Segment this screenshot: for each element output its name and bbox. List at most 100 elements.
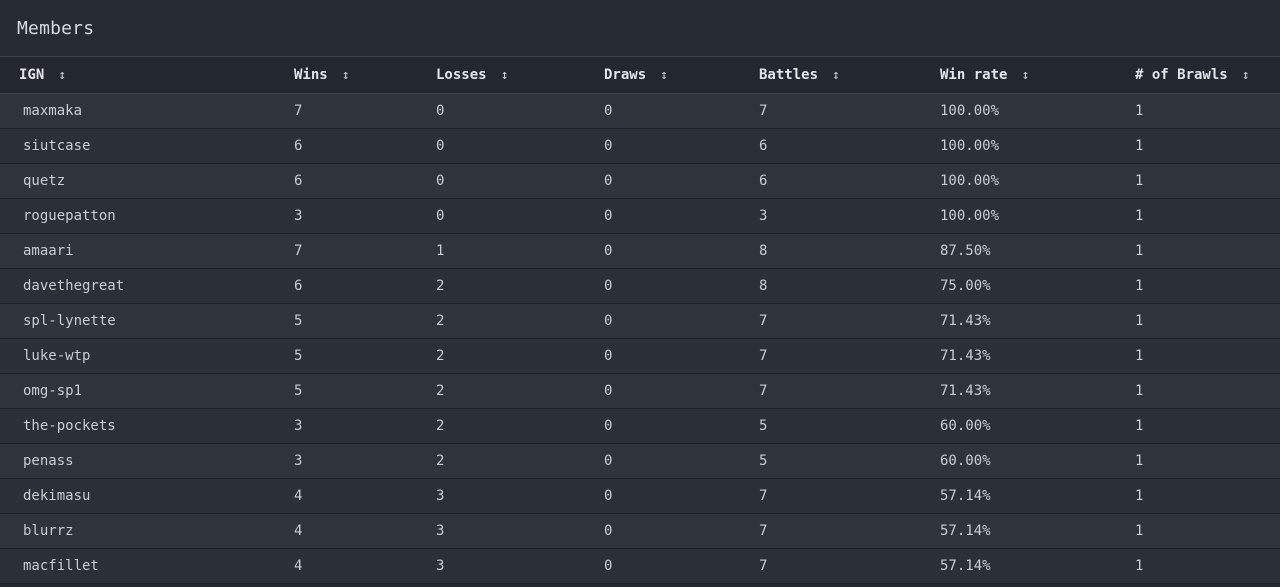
column-header-brawls[interactable]: # of Brawls ↕ bbox=[1135, 57, 1280, 93]
table-row[interactable]: siutcase 6 0 0 6 100.00% 1 bbox=[0, 128, 1280, 163]
win-rate-cell: 75.00% bbox=[940, 277, 991, 294]
column-header-draws[interactable]: Draws ↕ bbox=[604, 57, 759, 93]
battles-cell: 3 bbox=[759, 207, 768, 224]
losses-cell: 3 bbox=[436, 557, 445, 574]
sort-icon[interactable]: ↕ bbox=[501, 68, 509, 83]
battles-cell: 7 bbox=[759, 557, 768, 574]
brawls-cell: 1 bbox=[1135, 557, 1144, 574]
draws-cell: 0 bbox=[604, 172, 613, 189]
losses-cell: 0 bbox=[436, 172, 445, 189]
win-rate-cell: 57.14% bbox=[940, 522, 991, 539]
battles-cell: 6 bbox=[759, 137, 768, 154]
brawls-cell: 1 bbox=[1135, 277, 1144, 294]
brawls-cell: 1 bbox=[1135, 417, 1144, 434]
table-row[interactable]: quetz 6 0 0 6 100.00% 1 bbox=[0, 163, 1280, 198]
losses-cell: 2 bbox=[436, 347, 445, 364]
table-row[interactable]: amaari 7 1 0 8 87.50% 1 bbox=[0, 233, 1280, 268]
sort-icon[interactable]: ↕ bbox=[660, 68, 668, 83]
ign-cell: amaari bbox=[23, 242, 74, 259]
wins-cell: 3 bbox=[294, 417, 303, 434]
column-header-battles[interactable]: Battles ↕ bbox=[759, 57, 940, 93]
table-row[interactable]: davethegreat 6 2 0 8 75.00% 1 bbox=[0, 268, 1280, 303]
ign-cell: luke-wtp bbox=[23, 347, 91, 364]
table-row[interactable]: dekimasu 4 3 0 7 57.14% 1 bbox=[0, 478, 1280, 513]
column-header-label: Losses bbox=[436, 66, 487, 83]
ign-cell: dekimasu bbox=[23, 487, 91, 504]
table-row[interactable]: blurrz 4 3 0 7 57.14% 1 bbox=[0, 513, 1280, 548]
sort-icon[interactable]: ↕ bbox=[832, 68, 840, 83]
sort-icon[interactable]: ↕ bbox=[58, 68, 66, 83]
wins-cell: 4 bbox=[294, 522, 303, 539]
draws-cell: 0 bbox=[604, 277, 613, 294]
table-row[interactable]: roguepatton 3 0 0 3 100.00% 1 bbox=[0, 198, 1280, 233]
column-header-label: Win rate bbox=[940, 66, 1008, 83]
battles-cell: 7 bbox=[759, 347, 768, 364]
brawls-cell: 1 bbox=[1135, 522, 1144, 539]
draws-cell: 0 bbox=[604, 102, 613, 119]
losses-cell: 2 bbox=[436, 382, 445, 399]
losses-cell: 0 bbox=[436, 137, 445, 154]
win-rate-cell: 71.43% bbox=[940, 312, 991, 329]
losses-cell: 1 bbox=[436, 242, 445, 259]
ign-cell: roguepatton bbox=[23, 207, 116, 224]
wins-cell: 5 bbox=[294, 347, 303, 364]
brawls-cell: 1 bbox=[1135, 172, 1144, 189]
ign-cell: blurrz bbox=[23, 522, 74, 539]
sort-icon[interactable]: ↕ bbox=[1242, 68, 1250, 83]
wins-cell: 6 bbox=[294, 277, 303, 294]
wins-cell: 4 bbox=[294, 557, 303, 574]
column-header-win-rate[interactable]: Win rate ↕ bbox=[940, 57, 1135, 93]
losses-cell: 2 bbox=[436, 277, 445, 294]
losses-cell: 2 bbox=[436, 452, 445, 469]
battles-cell: 7 bbox=[759, 382, 768, 399]
table-row[interactable]: maxmaka 7 0 0 7 100.00% 1 bbox=[0, 93, 1280, 128]
win-rate-cell: 57.14% bbox=[940, 557, 991, 574]
wins-cell: 4 bbox=[294, 487, 303, 504]
wins-cell: 7 bbox=[294, 102, 303, 119]
brawls-cell: 1 bbox=[1135, 242, 1144, 259]
column-header-wins[interactable]: Wins ↕ bbox=[294, 57, 436, 93]
brawls-cell: 1 bbox=[1135, 382, 1144, 399]
brawls-cell: 1 bbox=[1135, 312, 1144, 329]
column-header-label: Wins bbox=[294, 66, 328, 83]
members-table: IGN ↕ Wins ↕ Losses ↕ Draws ↕ Battles ↕ Win r… bbox=[0, 57, 1280, 584]
header-row: IGN ↕ Wins ↕ Losses ↕ Draws ↕ Battles ↕ Win r… bbox=[0, 57, 1280, 93]
table-body: maxmaka 7 0 0 7 100.00% 1 siutcase 6 0 0 6 100.00% 1 q… bbox=[0, 93, 1280, 583]
table-row[interactable]: macfillet 4 3 0 7 57.14% 1 bbox=[0, 548, 1280, 583]
losses-cell: 3 bbox=[436, 522, 445, 539]
ign-cell: spl-lynette bbox=[23, 312, 116, 329]
draws-cell: 0 bbox=[604, 522, 613, 539]
ign-cell: macfillet bbox=[23, 557, 99, 574]
members-panel: Members IGN ↕ Wins ↕ Losses ↕ Draws ↕ Battle… bbox=[0, 0, 1280, 587]
brawls-cell: 1 bbox=[1135, 102, 1144, 119]
table-row[interactable]: omg-sp1 5 2 0 7 71.43% 1 bbox=[0, 373, 1280, 408]
ign-cell: the-pockets bbox=[23, 417, 116, 434]
draws-cell: 0 bbox=[604, 242, 613, 259]
losses-cell: 2 bbox=[436, 417, 445, 434]
battles-cell: 8 bbox=[759, 277, 768, 294]
table-row[interactable]: spl-lynette 5 2 0 7 71.43% 1 bbox=[0, 303, 1280, 338]
win-rate-cell: 60.00% bbox=[940, 417, 991, 434]
ign-cell: omg-sp1 bbox=[23, 382, 83, 399]
wins-cell: 3 bbox=[294, 207, 303, 224]
draws-cell: 0 bbox=[604, 137, 613, 154]
brawls-cell: 1 bbox=[1135, 452, 1144, 469]
win-rate-cell: 100.00% bbox=[940, 102, 1000, 119]
win-rate-cell: 60.00% bbox=[940, 452, 991, 469]
sort-icon[interactable]: ↕ bbox=[1021, 68, 1029, 83]
wins-cell: 6 bbox=[294, 137, 303, 154]
ign-cell: maxmaka bbox=[23, 102, 83, 119]
battles-cell: 7 bbox=[759, 522, 768, 539]
table-row[interactable]: penass 3 2 0 5 60.00% 1 bbox=[0, 443, 1280, 478]
table-row[interactable]: the-pockets 3 2 0 5 60.00% 1 bbox=[0, 408, 1280, 443]
battles-cell: 5 bbox=[759, 417, 768, 434]
win-rate-cell: 87.50% bbox=[940, 242, 991, 259]
column-header-label: Draws bbox=[604, 66, 647, 83]
column-header-losses[interactable]: Losses ↕ bbox=[436, 57, 604, 93]
draws-cell: 0 bbox=[604, 487, 613, 504]
battles-cell: 7 bbox=[759, 487, 768, 504]
column-header-ign[interactable]: IGN ↕ bbox=[0, 57, 294, 93]
losses-cell: 0 bbox=[436, 102, 445, 119]
table-row[interactable]: luke-wtp 5 2 0 7 71.43% 1 bbox=[0, 338, 1280, 373]
sort-icon[interactable]: ↕ bbox=[342, 68, 350, 83]
